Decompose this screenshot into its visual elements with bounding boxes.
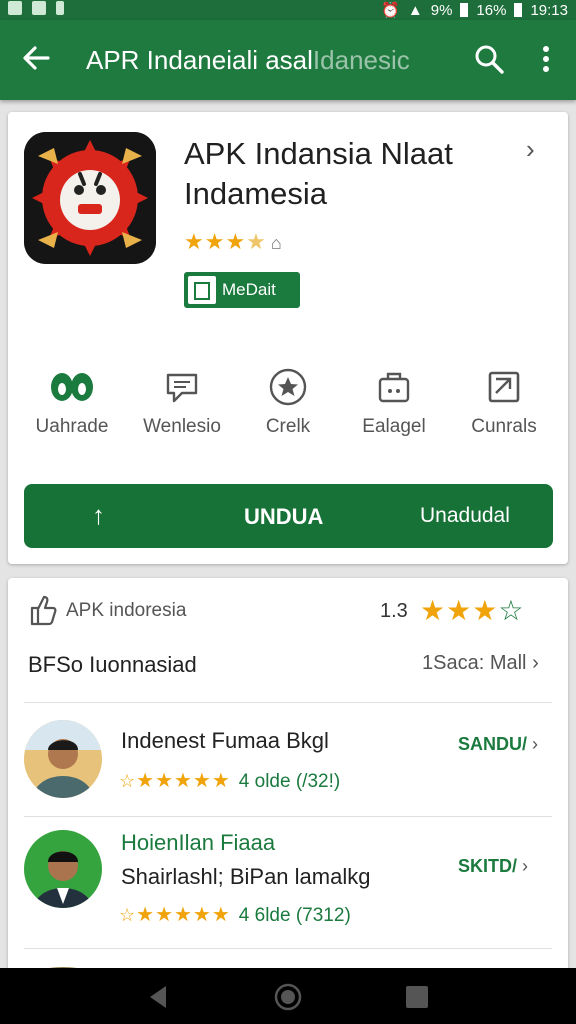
see-more-label: 1Saca: Mall bbox=[422, 652, 527, 674]
system-nav-bar bbox=[0, 968, 576, 1024]
app-detail-card: APK Indansia Nlaat Indamesia › ★★★★ ⌂ MeD… bbox=[8, 112, 568, 564]
star-circle-icon bbox=[232, 362, 344, 412]
reviews-card: APK indoresia 1.3 ★★★☆ BFSo Iuonnasiad 1… bbox=[8, 578, 568, 978]
home-icon[interactable] bbox=[273, 982, 303, 1012]
status-bar: ⏰ ▲ 9% 16% 19:13 bbox=[0, 0, 576, 20]
action-row: Uahrade Wenlesio Crelk Ealagel Cunrals bbox=[8, 362, 568, 452]
reviews-stars-full: ★★★ bbox=[420, 595, 499, 626]
review-action-label: SKITD/ bbox=[458, 856, 518, 876]
app-icon[interactable] bbox=[24, 132, 156, 264]
review-title: Shairlashl; BiPan lamalkg bbox=[121, 864, 371, 889]
battery-icon bbox=[460, 3, 469, 17]
divider bbox=[24, 948, 552, 949]
action-cunrals[interactable]: Cunrals bbox=[448, 362, 560, 438]
review-meta: 4 6lde (7312) bbox=[238, 905, 351, 926]
clock: 19:13 bbox=[530, 1, 568, 19]
outline-star-icon: ☆ bbox=[119, 905, 137, 925]
action-label: Cunrals bbox=[471, 416, 537, 437]
chevron-right-icon: › bbox=[532, 734, 539, 754]
back-arrow-icon[interactable] bbox=[18, 40, 54, 76]
review-rating: ☆★★★★★ 4 6lde (7312) bbox=[119, 902, 351, 927]
outline-icon: ⌂ bbox=[270, 233, 283, 253]
review-action-label: SANDU/ bbox=[458, 734, 528, 754]
reviews-label: APK indoresia bbox=[66, 600, 187, 621]
pin-icon bbox=[56, 1, 64, 15]
action-label: Crelk bbox=[265, 416, 311, 437]
alarm-icon: ⏰ bbox=[381, 2, 400, 19]
recents-icon[interactable] bbox=[402, 982, 432, 1012]
notification-icon bbox=[8, 1, 22, 15]
divider bbox=[24, 702, 552, 703]
review-meta: 4 olde (/32!) bbox=[238, 771, 341, 792]
review-rating: ☆★★★★★ 4 olde (/32!) bbox=[119, 768, 340, 793]
action-uahrade[interactable]: Uahrade bbox=[16, 362, 128, 438]
reviews-subheader: BFSo Iuonnasiad 1Saca: Mall › bbox=[28, 652, 548, 678]
see-more-link[interactable]: 1Saca: Mall › bbox=[422, 652, 539, 675]
review-item[interactable]: HoienIlan Fiaaa Shairlashl; BiPan lamalk… bbox=[24, 820, 552, 930]
action-wenlesio[interactable]: Wenlesio bbox=[126, 362, 238, 438]
editor-badge[interactable]: MeDait bbox=[184, 272, 300, 308]
two-drops-icon bbox=[16, 362, 128, 412]
install-label: UNDUA bbox=[244, 504, 324, 529]
badge-label: MeDait bbox=[222, 280, 276, 299]
back-icon[interactable] bbox=[144, 982, 174, 1012]
outline-star-icon: ☆ bbox=[119, 771, 137, 791]
chevron-right-icon: › bbox=[532, 652, 539, 674]
review-author: HoienIlan Fiaaa bbox=[121, 830, 276, 855]
outline-star-icon: ☆ bbox=[498, 595, 525, 626]
review-action[interactable]: SANDU/ › bbox=[458, 734, 538, 755]
review-item[interactable]: Indenest Fumaa Bkgl ☆★★★★★ 4 olde (/32!) … bbox=[24, 706, 552, 816]
review-stars: ★★★★★ bbox=[136, 904, 231, 926]
review-stars: ★★★★★ bbox=[136, 770, 231, 792]
app-rating: ★★★★ ⌂ bbox=[184, 229, 283, 255]
action-label: Ealagel bbox=[362, 416, 426, 437]
page-title-text: APR Indaneiali asal bbox=[86, 45, 313, 75]
chevron-right-icon[interactable]: › bbox=[526, 134, 535, 165]
avatar bbox=[24, 720, 102, 798]
action-crelk[interactable]: Crelk bbox=[232, 362, 344, 438]
action-ealagel[interactable]: Ealagel bbox=[338, 362, 450, 438]
review-action[interactable]: SKITD/ › bbox=[458, 856, 528, 877]
install-button[interactable]: ↑ UNDUA Unadudal bbox=[24, 484, 553, 548]
page-title: APR Indaneiali asalIdanesic bbox=[86, 45, 436, 76]
signal-percent: 16% bbox=[476, 1, 507, 19]
avatar bbox=[24, 830, 102, 908]
chat-bubble-icon bbox=[126, 362, 238, 412]
reviews-header: APK indoresia 1.3 ★★★☆ bbox=[28, 594, 548, 634]
badge-icon bbox=[188, 276, 216, 304]
arrow-up-icon: ↑ bbox=[92, 500, 105, 530]
divider bbox=[24, 816, 552, 817]
action-label: Uahrade bbox=[35, 416, 109, 437]
app-bar: APR Indaneiali asalIdanesic bbox=[0, 20, 576, 100]
battery-percent: 9% bbox=[430, 1, 453, 19]
action-label: Wenlesio bbox=[143, 416, 221, 437]
install-side-label: Unadudal bbox=[420, 504, 510, 527]
rating-half-star: ★ bbox=[246, 229, 267, 254]
page-title-faded: Idanesic bbox=[312, 45, 410, 75]
reviews-score: 1.3 bbox=[380, 600, 408, 622]
shield-icon bbox=[32, 1, 46, 15]
review-author: Indenest Fumaa Bkgl bbox=[121, 728, 329, 753]
search-icon[interactable] bbox=[472, 42, 506, 76]
signal-icon: ▲ bbox=[407, 1, 423, 19]
flag-square-icon bbox=[448, 362, 560, 412]
rating-full-stars: ★★★ bbox=[184, 229, 247, 254]
app-name: APK Indansia Nlaat Indamesia bbox=[184, 136, 453, 211]
chevron-right-icon: › bbox=[522, 856, 529, 876]
reviews-stars: ★★★☆ bbox=[420, 594, 524, 627]
reviews-subtitle: BFSo Iuonnasiad bbox=[28, 652, 197, 677]
bag-icon bbox=[338, 362, 450, 412]
thumbs-up-icon[interactable] bbox=[28, 594, 58, 631]
more-options-icon[interactable] bbox=[534, 42, 558, 76]
battery-icon-2 bbox=[514, 3, 523, 17]
